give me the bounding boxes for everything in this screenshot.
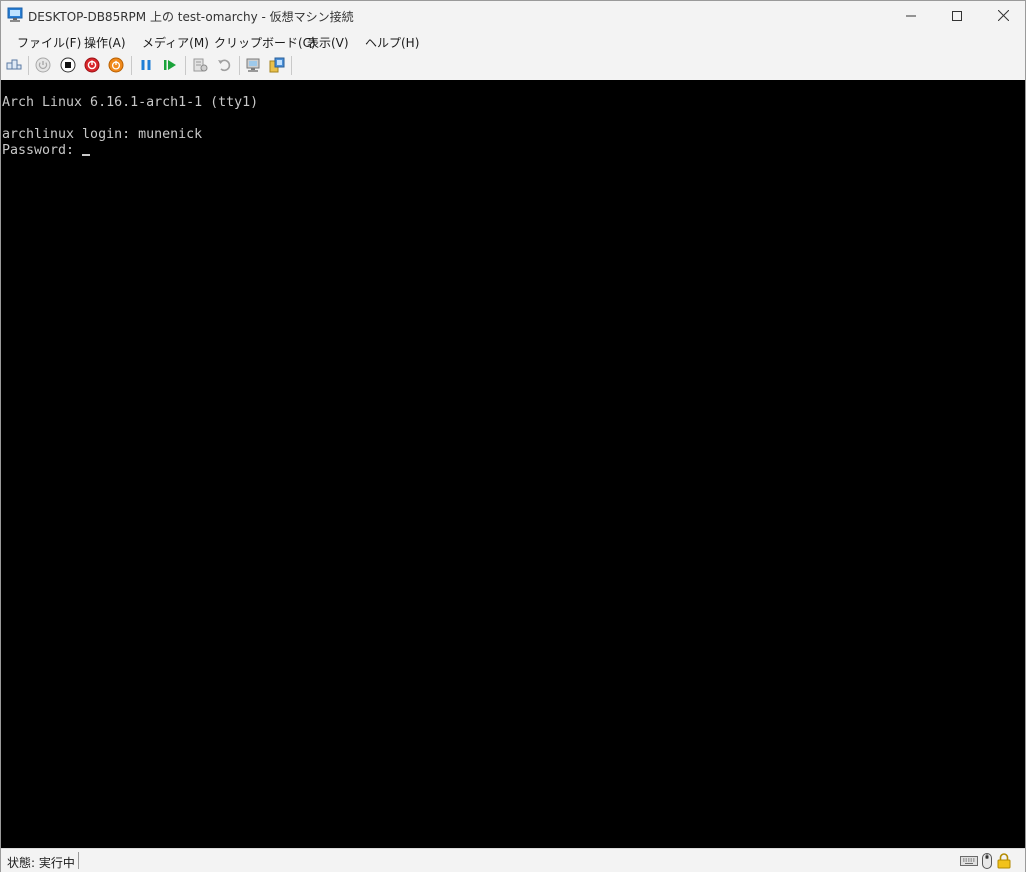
menu-action[interactable]: 操作(A)	[84, 34, 126, 51]
start-icon	[35, 57, 51, 73]
minimize-icon	[906, 15, 916, 16]
turn-off-button[interactable]	[59, 56, 77, 74]
save-state-button[interactable]	[107, 56, 125, 74]
vm-connection-window: DESKTOP-DB85RPM 上の test-omarchy - 仮想マシン接…	[0, 0, 1026, 872]
text-cursor	[82, 154, 91, 156]
pause-icon	[141, 60, 151, 70]
maximize-icon	[952, 10, 962, 21]
title-bar[interactable]: DESKTOP-DB85RPM 上の test-omarchy - 仮想マシン接…	[1, 1, 1025, 30]
ctrl-alt-del-button[interactable]	[5, 56, 23, 74]
console-line-password: Password:	[2, 143, 91, 159]
menu-clipboard[interactable]: クリップボード(C)	[214, 34, 316, 51]
revert-button[interactable]	[215, 56, 233, 74]
status-separator	[78, 852, 79, 869]
keyboard-icon	[960, 852, 978, 869]
checkpoint-icon	[193, 58, 208, 72]
toolbar-separator	[185, 56, 186, 75]
share-button[interactable]	[268, 56, 286, 74]
enhanced-session-button[interactable]	[245, 56, 263, 74]
menu-bar: ファイル(F) 操作(A) メディア(M) クリップボード(C) 表示(V) ヘ…	[1, 30, 1025, 52]
minimize-button[interactable]	[888, 1, 934, 30]
console-line-login: archlinux login: munenick	[2, 127, 203, 142]
start-button[interactable]	[34, 56, 52, 74]
shut-down-icon	[84, 57, 100, 73]
mouse-icon	[982, 852, 992, 869]
reset-button[interactable]	[161, 56, 179, 74]
toolbar-separator	[28, 56, 29, 75]
toolbar	[1, 52, 1025, 79]
vm-console-screen[interactable]: Arch Linux 6.16.1-arch1-1 (tty1) archlin…	[1, 80, 1025, 848]
revert-icon	[218, 59, 231, 72]
menu-file[interactable]: ファイル(F)	[17, 34, 81, 51]
vm-status-text: 状態: 実行中	[7, 856, 75, 870]
checkpoint-button[interactable]	[191, 56, 209, 74]
menu-view[interactable]: 表示(V)	[307, 34, 349, 51]
toolbar-separator	[291, 56, 292, 75]
share-icon	[269, 57, 285, 73]
reset-icon	[164, 60, 176, 70]
maximize-button[interactable]	[934, 1, 980, 30]
vm-connection-app-icon	[7, 7, 23, 23]
save-icon	[108, 57, 124, 73]
toolbar-separator	[239, 56, 240, 75]
console-line-boot-banner: Arch Linux 6.16.1-arch1-1 (tty1)	[2, 95, 259, 110]
menu-media[interactable]: メディア(M)	[142, 34, 209, 51]
pause-button[interactable]	[137, 56, 155, 74]
turn-off-icon	[60, 57, 76, 73]
menu-help[interactable]: ヘルプ(H)	[365, 34, 419, 51]
toolbar-separator	[131, 56, 132, 75]
status-bar: 状態: 実行中	[1, 848, 1025, 872]
ctrl-alt-del-icon	[6, 59, 22, 70]
close-button[interactable]	[980, 1, 1026, 30]
enhanced-session-icon	[246, 58, 260, 72]
lock-icon	[997, 852, 1011, 869]
shut-down-button[interactable]	[83, 56, 101, 74]
close-icon	[997, 10, 1009, 21]
password-prompt: Password:	[2, 143, 83, 158]
window-title: DESKTOP-DB85RPM 上の test-omarchy - 仮想マシン接…	[28, 10, 354, 24]
